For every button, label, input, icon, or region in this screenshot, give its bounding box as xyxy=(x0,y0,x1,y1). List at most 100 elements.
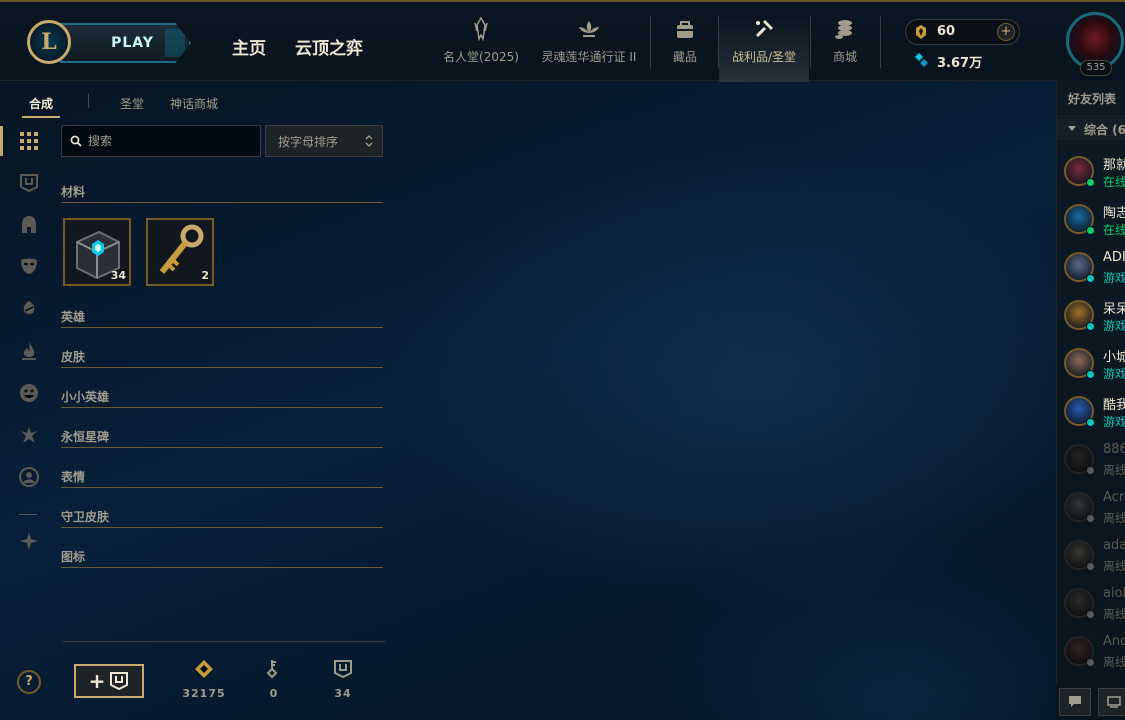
star-misc-icon[interactable] xyxy=(18,530,40,552)
section-little-legends-title[interactable]: 小小英雄 xyxy=(61,388,109,405)
sort-chevron-icon xyxy=(365,135,373,147)
tab-sanctum[interactable]: 圣堂 xyxy=(120,95,144,112)
nav-divider xyxy=(880,16,881,68)
status-dot-icon xyxy=(1086,370,1095,379)
chat-bubble-icon xyxy=(1069,696,1081,707)
section-divider xyxy=(61,487,383,488)
tab-mythic-shop[interactable]: 神话商城 xyxy=(170,95,218,112)
nav-hall-of-fame[interactable]: 名人堂(2025) xyxy=(440,16,522,82)
orange-essence-icon xyxy=(195,660,213,678)
smiley-emote-icon[interactable] xyxy=(18,382,40,404)
friend-status: 离线 xyxy=(1103,607,1125,621)
blue-essence-icon xyxy=(915,53,928,67)
status-dot-icon xyxy=(1086,322,1095,331)
item-count: 2 xyxy=(201,269,209,282)
friend-row[interactable]: 陶志在线 xyxy=(1057,200,1125,246)
friend-name: ada xyxy=(1103,538,1125,553)
chest-value: 34 xyxy=(334,687,352,700)
friend-status: 离线 xyxy=(1103,463,1125,477)
play-button[interactable]: PLAY xyxy=(60,23,191,63)
nav-label: 商城 xyxy=(832,50,857,64)
blue-essence-balance: 3.67万 xyxy=(937,56,983,71)
friend-row[interactable]: 886 离线 xyxy=(1057,440,1125,486)
friend-row[interactable]: aiol 离线 xyxy=(1057,584,1125,630)
nav-loot[interactable]: 战利品/圣堂 xyxy=(719,16,809,82)
search-input[interactable] xyxy=(88,131,254,151)
hextech-chest-tile[interactable]: 34 xyxy=(63,218,131,286)
friend-row[interactable]: 那就在线 xyxy=(1057,152,1125,198)
profile-icon-filter-icon[interactable] xyxy=(18,466,40,488)
key-fragment-stat: 0 xyxy=(249,659,299,700)
section-eternals-title[interactable]: 永恒星碑 xyxy=(61,428,109,445)
active-tab-indicator xyxy=(22,116,60,118)
friend-status: 游戏 xyxy=(1103,367,1125,381)
nav-label: 灵魂莲华通行证 II xyxy=(541,50,637,64)
friends-divider xyxy=(1057,116,1125,117)
home-link[interactable]: 主页 xyxy=(232,34,266,59)
friend-row[interactable]: And 离线 xyxy=(1057,632,1125,678)
status-dot-icon xyxy=(1086,178,1095,187)
status-dot-icon xyxy=(1086,418,1095,427)
friend-name: 呆呆 xyxy=(1103,302,1125,317)
friend-name: aiol xyxy=(1103,586,1125,601)
nav-lotus-pass[interactable]: 灵魂莲华通行证 II xyxy=(538,16,640,82)
craft-add-chest-button[interactable]: + xyxy=(74,664,144,698)
friend-row[interactable]: ada 离线 xyxy=(1057,536,1125,582)
league-logo-icon[interactable]: L xyxy=(27,20,71,64)
friend-row[interactable]: 小城游戏 xyxy=(1057,344,1125,390)
helmet-champion-icon[interactable] xyxy=(18,214,40,236)
little-legend-icon[interactable] xyxy=(18,298,40,320)
section-skins-title[interactable]: 皮肤 xyxy=(61,348,85,365)
section-divider xyxy=(61,367,383,368)
nav-divider xyxy=(810,16,811,68)
nav-label: 藏品 xyxy=(672,50,697,64)
friend-group-header[interactable]: 综合 (6 xyxy=(1057,118,1125,140)
top-navigation-bar: PLAY L 主页 云顶之弈 名人堂(2025) 灵魂莲华通行证 II 藏品 战… xyxy=(0,0,1125,82)
friend-name: 陶志 xyxy=(1103,206,1125,221)
grid-all-icon[interactable] xyxy=(18,130,40,152)
help-button[interactable]: ? xyxy=(17,670,41,694)
friend-row[interactable]: Acro 离线 xyxy=(1057,488,1125,534)
message-list-icon xyxy=(1107,696,1121,708)
section-ward-skins-title[interactable]: 守卫皮肤 xyxy=(61,508,109,525)
add-friend-button[interactable] xyxy=(1098,688,1125,716)
section-champions-title[interactable]: 英雄 xyxy=(61,308,85,325)
hextech-key-tile[interactable]: 2 xyxy=(146,218,214,286)
search-field[interactable] xyxy=(61,125,261,157)
search-icon xyxy=(70,135,82,147)
friend-row[interactable]: ADIZ 游戏 xyxy=(1057,248,1125,294)
friend-group-label: 综合 (6 xyxy=(1084,123,1125,137)
tab-crafting[interactable]: 合成 xyxy=(29,95,53,112)
friend-row[interactable]: 酷我游戏 xyxy=(1057,392,1125,438)
section-icons-title[interactable]: 图标 xyxy=(61,548,85,565)
mask-skin-icon[interactable] xyxy=(18,255,40,277)
sort-dropdown[interactable]: 按字母排序 xyxy=(265,125,383,157)
nav-collection[interactable]: 藏品 xyxy=(664,16,706,82)
friend-status: 离线 xyxy=(1103,559,1125,573)
section-divider xyxy=(61,407,383,408)
friend-name: ADIZ xyxy=(1103,250,1125,265)
flame-eternal-icon[interactable] xyxy=(18,340,40,362)
nav-label: 战利品/圣堂 xyxy=(731,50,797,64)
item-count: 34 xyxy=(110,269,126,282)
plus-label: + xyxy=(88,669,106,693)
tft-link[interactable]: 云顶之弈 xyxy=(295,34,363,59)
chest-filter-icon[interactable] xyxy=(18,172,40,194)
rail-active-indicator xyxy=(0,126,3,156)
ward-skin-icon[interactable] xyxy=(18,424,40,446)
section-materials-title[interactable]: 材料 xyxy=(61,183,85,200)
key-fragment-icon xyxy=(266,660,278,679)
buy-rp-button[interactable]: + xyxy=(997,23,1015,41)
tab-divider xyxy=(88,94,89,108)
friend-status: 游戏 xyxy=(1103,415,1125,429)
friend-name: And xyxy=(1103,634,1125,649)
status-dot-icon xyxy=(1086,610,1095,619)
status-dot-icon xyxy=(1086,658,1095,667)
collection-bag-icon xyxy=(673,16,697,42)
sort-label: 按字母排序 xyxy=(278,135,339,149)
nav-store[interactable]: 商城 xyxy=(823,16,867,82)
section-emotes-title[interactable]: 表情 xyxy=(61,468,85,485)
lotus-pass-icon xyxy=(577,16,601,42)
friend-row[interactable]: 呆呆游戏 xyxy=(1057,296,1125,342)
chat-button[interactable] xyxy=(1059,688,1091,716)
